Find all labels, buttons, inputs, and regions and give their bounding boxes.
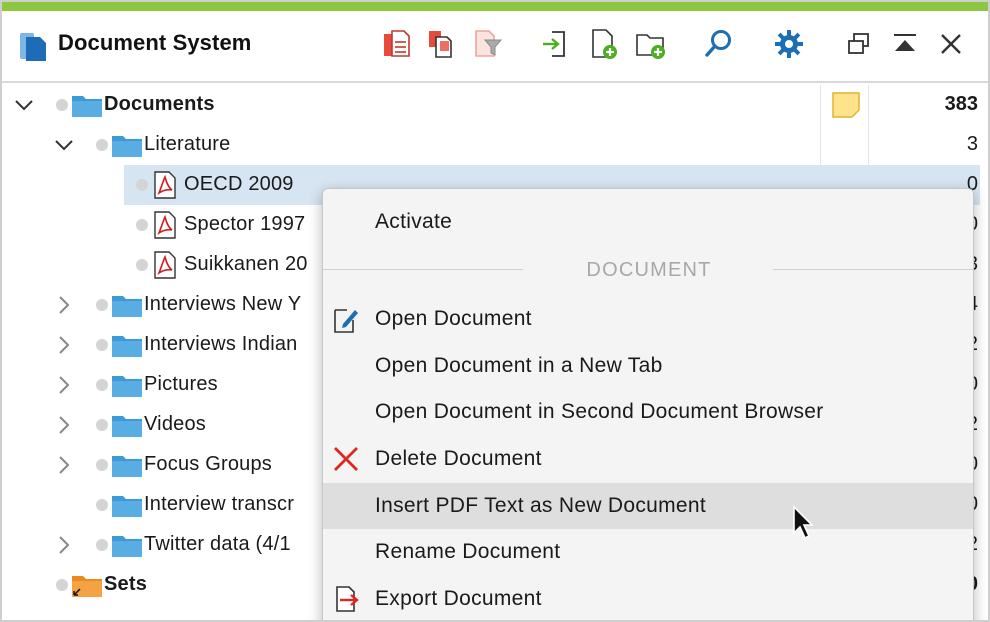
- menu-item-label: Open Document in Second Document Browser: [375, 400, 824, 423]
- pdf-document-icon: [154, 171, 176, 199]
- tree-row-label: Focus Groups: [144, 453, 273, 475]
- new-document-icon[interactable]: [588, 27, 622, 61]
- menu-item-insert-pdf-text[interactable]: Insert PDF Text as New Document: [323, 483, 973, 529]
- menu-item-export-document[interactable]: Export Document: [323, 576, 973, 620]
- tree-row-label: Twitter data (4/1: [144, 533, 291, 555]
- menu-item-label: Rename Document: [375, 540, 561, 563]
- window-title: Document System: [58, 30, 252, 55]
- import-icon[interactable]: [538, 27, 572, 61]
- tree-row-label: OECD 2009: [184, 173, 294, 195]
- export-icon: [336, 586, 359, 612]
- menu-item-open-document[interactable]: Open Document: [323, 296, 973, 342]
- chevron-right-icon[interactable]: [54, 455, 74, 475]
- status-dot: [56, 99, 68, 111]
- tree-row-label: Pictures: [144, 373, 218, 395]
- folder-icon: [112, 136, 142, 157]
- chevron-down-icon[interactable]: [54, 135, 74, 155]
- tree-row-count: 383: [944, 93, 978, 115]
- menu-item-label: Export Document: [375, 587, 542, 610]
- status-dot: [96, 379, 108, 391]
- status-dot: [96, 139, 108, 151]
- memo-icon[interactable]: [832, 92, 860, 118]
- search-icon[interactable]: [702, 27, 736, 61]
- chevron-down-icon[interactable]: [14, 95, 34, 115]
- menu-item-delete-document[interactable]: Delete Document: [323, 436, 973, 482]
- folder-icon: [112, 536, 142, 557]
- edit-document-icon: [334, 309, 358, 333]
- tree-row-label: Literature: [144, 133, 231, 155]
- menu-item-label: Open Document in a New Tab: [375, 354, 663, 377]
- pdf-document-icon: [154, 251, 176, 279]
- tree-row-label: Interviews Indian: [144, 333, 298, 355]
- menu-item-activate[interactable]: Activate: [323, 199, 973, 245]
- tree-row-label: Interviews New Y: [144, 293, 302, 315]
- pdf-document-icon: [154, 211, 176, 239]
- tree-row-label: Spector 1997: [184, 213, 306, 235]
- tree-row-label: Documents: [104, 93, 215, 115]
- accent-bar: [2, 2, 988, 11]
- document-system-app-icon: [20, 33, 46, 61]
- folder-icon: [112, 336, 142, 357]
- close-icon[interactable]: [934, 27, 968, 61]
- collapse-icon[interactable]: [888, 27, 922, 61]
- status-dot: [96, 299, 108, 311]
- copy-documents-icon[interactable]: [426, 27, 460, 61]
- folder-icon: [112, 416, 142, 437]
- status-dot: [136, 259, 148, 271]
- menu-section-document: DOCUMENT: [323, 249, 973, 293]
- tree-row-label: Sets: [104, 573, 148, 595]
- status-dot: [136, 219, 148, 231]
- context-menu: Activate DOCUMENT Open Document Open Doc…: [322, 188, 974, 620]
- menu-item-open-new-tab[interactable]: Open Document in a New Tab: [323, 343, 973, 389]
- tree-row-documents[interactable]: Documents 383: [2, 85, 988, 125]
- status-dot: [96, 459, 108, 471]
- menu-item-label: Activate: [375, 210, 453, 233]
- undock-window-icon[interactable]: [842, 27, 876, 61]
- retrieve-documents-icon[interactable]: [380, 27, 414, 61]
- chevron-right-icon[interactable]: [54, 415, 74, 435]
- status-dot: [136, 179, 148, 191]
- status-dot: [56, 579, 68, 591]
- status-dot: [96, 339, 108, 351]
- window-header: Document System: [2, 11, 988, 83]
- settings-gear-icon[interactable]: [772, 27, 806, 61]
- menu-item-open-second-browser[interactable]: Open Document in Second Document Browser: [323, 389, 973, 435]
- status-dot: [96, 539, 108, 551]
- chevron-right-icon[interactable]: [54, 295, 74, 315]
- delete-x-icon: [334, 447, 358, 471]
- chevron-right-icon[interactable]: [54, 535, 74, 555]
- menu-item-label: Insert PDF Text as New Document: [375, 494, 707, 517]
- chevron-right-icon[interactable]: [54, 335, 74, 355]
- folder-icon: [112, 296, 142, 317]
- section-divider: [773, 269, 973, 270]
- tree-row-label: Suikkanen 20: [184, 253, 308, 275]
- tree-row-label: Videos: [144, 413, 206, 435]
- status-dot: [96, 499, 108, 511]
- chevron-right-icon[interactable]: [54, 375, 74, 395]
- new-folder-icon[interactable]: [634, 27, 668, 61]
- folder-icon: [72, 96, 102, 117]
- section-label: DOCUMENT: [586, 259, 712, 281]
- mouse-cursor-icon: [793, 505, 814, 540]
- menu-item-label: Open Document: [375, 307, 532, 330]
- menu-item-rename-document[interactable]: Rename Document: [323, 529, 973, 575]
- menu-item-label: Delete Document: [375, 447, 542, 470]
- tree-row-count: 3: [966, 133, 978, 155]
- tree-row-literature[interactable]: Literature 3: [2, 125, 988, 165]
- folder-icon: [112, 456, 142, 477]
- document-system-window: Document System Documents 383 Literature…: [0, 0, 990, 622]
- folder-icon: [112, 496, 142, 517]
- set-folder-icon: [72, 576, 102, 597]
- tree-row-label: Interview transcr: [144, 493, 295, 515]
- status-dot: [96, 419, 108, 431]
- filter-documents-icon[interactable]: [472, 27, 506, 61]
- folder-icon: [112, 376, 142, 397]
